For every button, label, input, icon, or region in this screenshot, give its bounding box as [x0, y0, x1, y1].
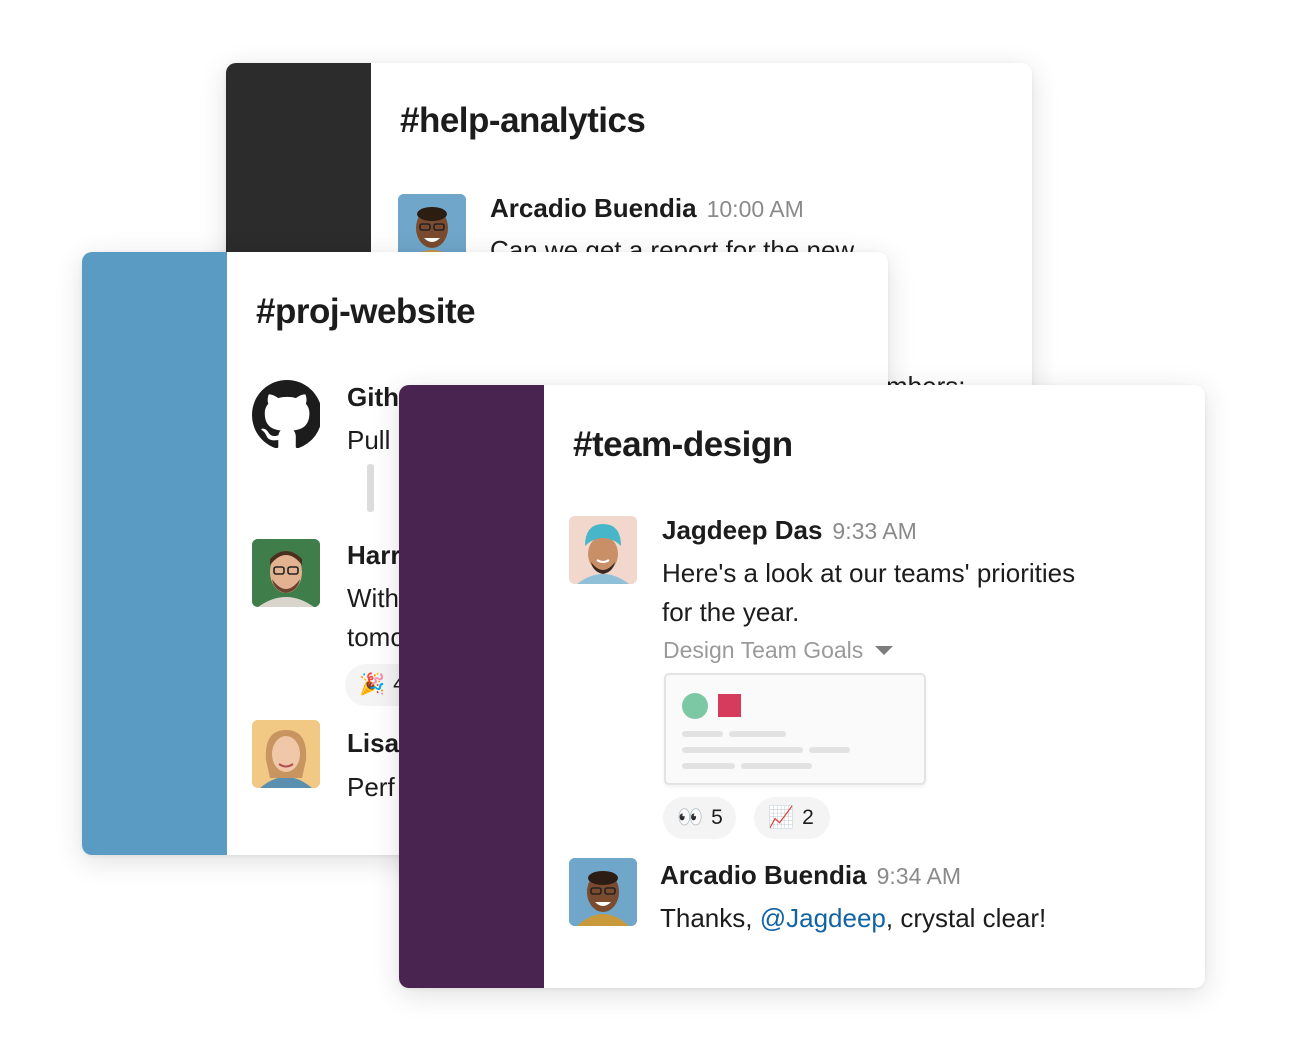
attachment-title[interactable]: Design Team Goals — [663, 637, 863, 664]
reaction-count: 2 — [802, 806, 814, 829]
placeholder-line — [682, 747, 803, 753]
message-text: Perf — [347, 772, 395, 802]
message-text-line2: for the year. — [662, 597, 800, 627]
placeholder-line — [729, 731, 786, 737]
workspace-sidebar — [82, 252, 227, 855]
chart-increasing-icon: 📈 — [768, 806, 795, 829]
message-time[interactable]: 9:34 AM — [877, 863, 961, 889]
channel-body: #team-design Jagdeep Das 9:33 AM Here's a… — [544, 385, 1205, 988]
placeholder-line — [741, 763, 812, 769]
avatar[interactable] — [252, 539, 320, 607]
message-author[interactable]: Arcadio Buendia 9:34 AM — [660, 860, 961, 891]
message-text: Pull — [347, 425, 391, 455]
circle-shape-icon — [682, 693, 708, 719]
message-text-line2: tomo — [347, 622, 405, 652]
channel-title: #team-design — [573, 425, 793, 464]
avatar-harry-image — [252, 539, 320, 607]
message-author[interactable]: Arcadio Buendia 10:00 AM — [490, 193, 804, 224]
message-text-part: Thanks, — [660, 903, 760, 933]
author-name[interactable]: Arcadio Buendia — [660, 860, 867, 890]
author-name[interactable]: Jagdeep Das — [662, 515, 822, 545]
message-time[interactable]: 9:33 AM — [832, 518, 916, 544]
message-time[interactable]: 10:00 AM — [707, 196, 804, 222]
message-author[interactable]: Jagdeep Das 9:33 AM — [662, 515, 917, 546]
avatar[interactable] — [569, 858, 637, 926]
message-text-line1: With — [347, 583, 399, 613]
square-shape-icon — [718, 694, 741, 717]
attachment-quote-bar — [367, 464, 374, 512]
message-author[interactable]: Lisa — [347, 728, 399, 759]
attachment-header[interactable]: Design Team Goals — [663, 637, 894, 664]
placeholder-line — [682, 731, 723, 737]
avatar[interactable] — [569, 516, 637, 584]
eyes-icon: 👀 — [677, 806, 704, 829]
user-mention[interactable]: @Jagdeep — [760, 903, 886, 933]
party-popper-icon: 🎉 — [359, 673, 386, 696]
avatar[interactable] — [252, 720, 320, 788]
message-author[interactable]: Gith — [347, 382, 399, 413]
author-name[interactable]: Arcadio Buendia — [490, 193, 697, 223]
reaction-count: 5 — [711, 806, 723, 829]
github-icon[interactable] — [252, 380, 320, 448]
channel-card-team-design[interactable]: #team-design Jagdeep Das 9:33 AM Here's a… — [399, 385, 1205, 988]
placeholder-line — [682, 763, 735, 769]
caret-down-icon[interactable] — [875, 646, 894, 655]
placeholder-line — [809, 747, 850, 753]
message-author[interactable]: Harr — [347, 540, 400, 571]
reaction-eyes[interactable]: 👀 5 — [663, 797, 736, 839]
channel-title: #help-analytics — [400, 101, 646, 140]
avatar-jagdeep-image — [569, 516, 637, 584]
avatar-arcadio-image — [569, 858, 637, 926]
message-text: Thanks, @Jagdeep, crystal clear! — [660, 899, 1046, 938]
message-text-line1: Here's a look at our teams' priorities — [662, 558, 1076, 588]
message-text-part: , crystal clear! — [885, 903, 1047, 933]
reaction-chart[interactable]: 📈 2 — [754, 797, 830, 839]
workspace-sidebar — [399, 385, 544, 988]
channel-title: #proj-website — [256, 292, 476, 331]
attachment-preview[interactable] — [664, 673, 926, 785]
avatar-lisa-image — [252, 720, 320, 788]
github-icon-graphic — [252, 380, 320, 448]
